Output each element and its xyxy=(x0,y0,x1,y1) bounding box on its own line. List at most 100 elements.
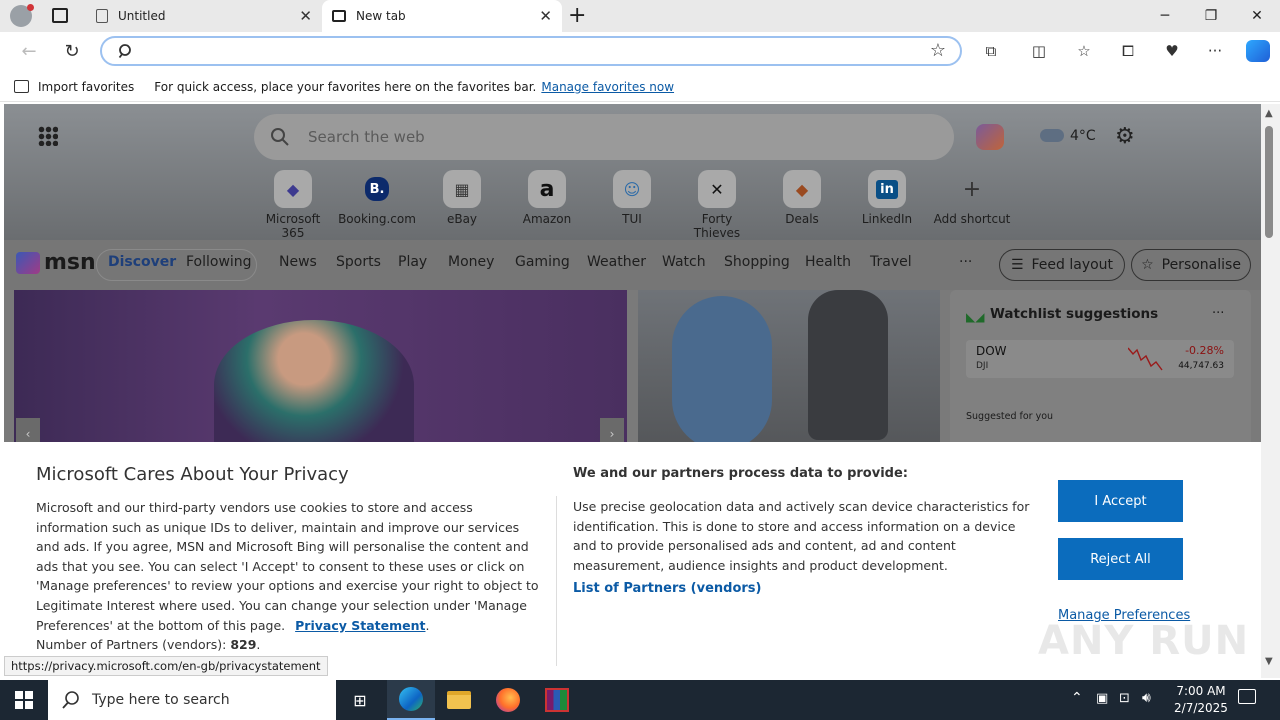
nav-travel[interactable]: Travel xyxy=(870,254,912,270)
watchlist-more-icon[interactable]: ··· xyxy=(1212,306,1224,321)
privacy-statement-link[interactable]: Privacy Statement xyxy=(295,618,425,633)
profile-avatar-icon[interactable] xyxy=(10,4,34,27)
task-view-icon[interactable]: ⊞ xyxy=(336,680,384,720)
tab-following[interactable]: Following xyxy=(186,254,252,270)
shortcut-deals[interactable]: ◆ Deals xyxy=(762,170,842,226)
performance-icon[interactable]: ♥ xyxy=(1157,38,1187,64)
firefox-icon[interactable] xyxy=(484,680,532,720)
weather-cloud-icon xyxy=(1040,129,1064,142)
file-explorer-icon[interactable] xyxy=(435,680,483,720)
anyrun-watermark: ANY RUN xyxy=(1038,618,1250,664)
stock-sparkline xyxy=(1128,347,1163,371)
page-scrollbar[interactable]: ▲ ▼ xyxy=(1261,104,1280,678)
accept-button[interactable]: I Accept xyxy=(1058,480,1183,522)
scroll-thumb[interactable] xyxy=(1265,126,1273,238)
close-tab-icon[interactable]: ✕ xyxy=(299,7,312,25)
import-favorites-button[interactable]: Import favorites xyxy=(38,80,134,94)
partners-count-line: Number of Partners (vendors): 829. xyxy=(36,637,261,653)
privacy-body: Microsoft and our third-party vendors us… xyxy=(36,498,541,655)
nav-news[interactable]: News xyxy=(279,254,317,270)
tab-untitled[interactable]: Untitled ✕ xyxy=(86,0,322,32)
favorites-icon[interactable]: ☆ xyxy=(1069,38,1099,64)
shortcut-label: Deals xyxy=(785,212,819,226)
list-of-partners-link[interactable]: List of Partners (vendors) xyxy=(573,581,761,596)
split-screen-icon[interactable]: ◫ xyxy=(1024,38,1054,64)
reject-all-button[interactable]: Reject All xyxy=(1058,538,1183,580)
amazon-icon: a xyxy=(528,170,566,208)
shortcut-add[interactable]: + Add shortcut xyxy=(932,170,1012,227)
clock-time[interactable]: 7:00 AM xyxy=(1172,684,1230,698)
restore-icon[interactable]: ❐ xyxy=(1188,0,1234,32)
shortcut-label: Forty Thieves xyxy=(693,212,741,240)
network-icon[interactable]: ⊡ xyxy=(1119,691,1130,706)
lottery-sign-image xyxy=(672,296,772,450)
shortcut-label: Amazon xyxy=(522,212,572,226)
settings-gear-icon[interactable]: ⚙ xyxy=(1115,124,1135,149)
feed-layout-label: Feed layout xyxy=(1031,257,1114,273)
shortcut-forty-thieves[interactable]: ✕ Forty Thieves xyxy=(677,170,757,240)
volume-icon[interactable]: 🔊︎ xyxy=(1142,690,1151,706)
news-card-tennis[interactable]: ‹ › xyxy=(14,290,627,450)
edge-icon[interactable] xyxy=(387,680,435,720)
tab-actions-icon[interactable] xyxy=(52,8,68,23)
nav-play[interactable]: Play xyxy=(398,254,427,270)
tab-new-tab[interactable]: New tab ✕ xyxy=(322,0,562,32)
shortcut-label: Booking.com xyxy=(338,212,416,226)
minimize-icon[interactable]: ─ xyxy=(1142,0,1188,32)
nav-sports[interactable]: Sports xyxy=(336,254,381,270)
shortcut-microsoft-365[interactable]: ◆ Microsoft 365 xyxy=(253,170,333,240)
nav-shopping[interactable]: Shopping xyxy=(724,254,790,270)
extensions-icon[interactable]: ⧉ xyxy=(976,38,1006,64)
personalise-star-icon: ☆ xyxy=(1141,257,1154,273)
stock-row-dow[interactable]: DOW DJI -0.28% 44,747.63 xyxy=(966,340,1234,378)
settings-more-icon[interactable]: ··· xyxy=(1200,38,1230,64)
tab-discover[interactable]: Discover xyxy=(108,254,176,270)
refresh-icon[interactable]: ↻ xyxy=(57,38,87,64)
close-window-icon[interactable]: ✕ xyxy=(1234,0,1280,32)
msn-search-box[interactable]: Search the web xyxy=(254,114,954,160)
feed-layout-button[interactable]: ☰ Feed layout xyxy=(999,249,1125,281)
winrar-icon[interactable] xyxy=(533,680,581,720)
nav-more-icon[interactable]: ··· xyxy=(959,254,972,270)
nav-watch[interactable]: Watch xyxy=(662,254,706,270)
notifications-icon[interactable] xyxy=(1238,689,1256,704)
copilot-icon[interactable] xyxy=(1246,40,1270,62)
show-hidden-icons[interactable]: ⌃ xyxy=(1071,690,1083,706)
stock-value: 44,747.63 xyxy=(1178,361,1224,371)
back-icon[interactable]: ← xyxy=(14,38,44,64)
favorite-star-icon[interactable]: ☆ xyxy=(930,40,946,61)
shortcut-amazon[interactable]: a Amazon xyxy=(507,170,587,226)
personalise-label: Personalise xyxy=(1161,257,1241,273)
watchlist-card: ◣◢ Watchlist suggestions ··· DOW DJI -0.… xyxy=(950,290,1251,450)
privacy-consent-banner: Microsoft Cares About Your Privacy Micro… xyxy=(4,442,1261,678)
new-tab-button[interactable]: + xyxy=(568,3,586,28)
windows-start-icon[interactable] xyxy=(0,680,48,720)
shortcut-tui[interactable]: ☺ TUI xyxy=(592,170,672,226)
shortcut-linkedin[interactable]: in LinkedIn xyxy=(847,170,927,226)
address-bar[interactable]: ☆ xyxy=(100,36,962,66)
manage-favorites-link[interactable]: Manage favorites now xyxy=(541,80,674,94)
shortcut-booking[interactable]: B. Booking.com xyxy=(337,170,417,226)
nav-gaming[interactable]: Gaming xyxy=(515,254,570,270)
device-icon[interactable]: ▣ xyxy=(1096,691,1108,706)
stock-change: -0.28% xyxy=(1185,344,1224,357)
msn-logo[interactable]: msn xyxy=(44,250,96,275)
clock-date[interactable]: 2/7/2025 xyxy=(1168,701,1234,715)
scroll-up-icon[interactable]: ▲ xyxy=(1265,108,1273,119)
partners-count-value: 829 xyxy=(230,637,257,653)
msn-search-placeholder: Search the web xyxy=(308,128,425,146)
news-card-lottery[interactable] xyxy=(638,290,940,450)
close-tab-icon[interactable]: ✕ xyxy=(539,7,552,25)
weather-temperature[interactable]: 4°C xyxy=(1070,128,1096,144)
nav-health[interactable]: Health xyxy=(805,254,851,270)
nav-weather[interactable]: Weather xyxy=(587,254,646,270)
taskbar-search[interactable]: Type here to search xyxy=(48,680,336,720)
shortcut-ebay[interactable]: ▦ eBay xyxy=(422,170,502,226)
scroll-down-icon[interactable]: ▼ xyxy=(1265,656,1273,667)
apps-grid-icon[interactable] xyxy=(38,126,58,146)
nav-money[interactable]: Money xyxy=(448,254,494,270)
copilot-icon[interactable] xyxy=(976,124,1004,150)
collections-icon[interactable]: ⧠ xyxy=(1113,38,1143,64)
personalise-button[interactable]: ☆ Personalise xyxy=(1131,249,1251,281)
tennis-player-image xyxy=(214,320,414,450)
